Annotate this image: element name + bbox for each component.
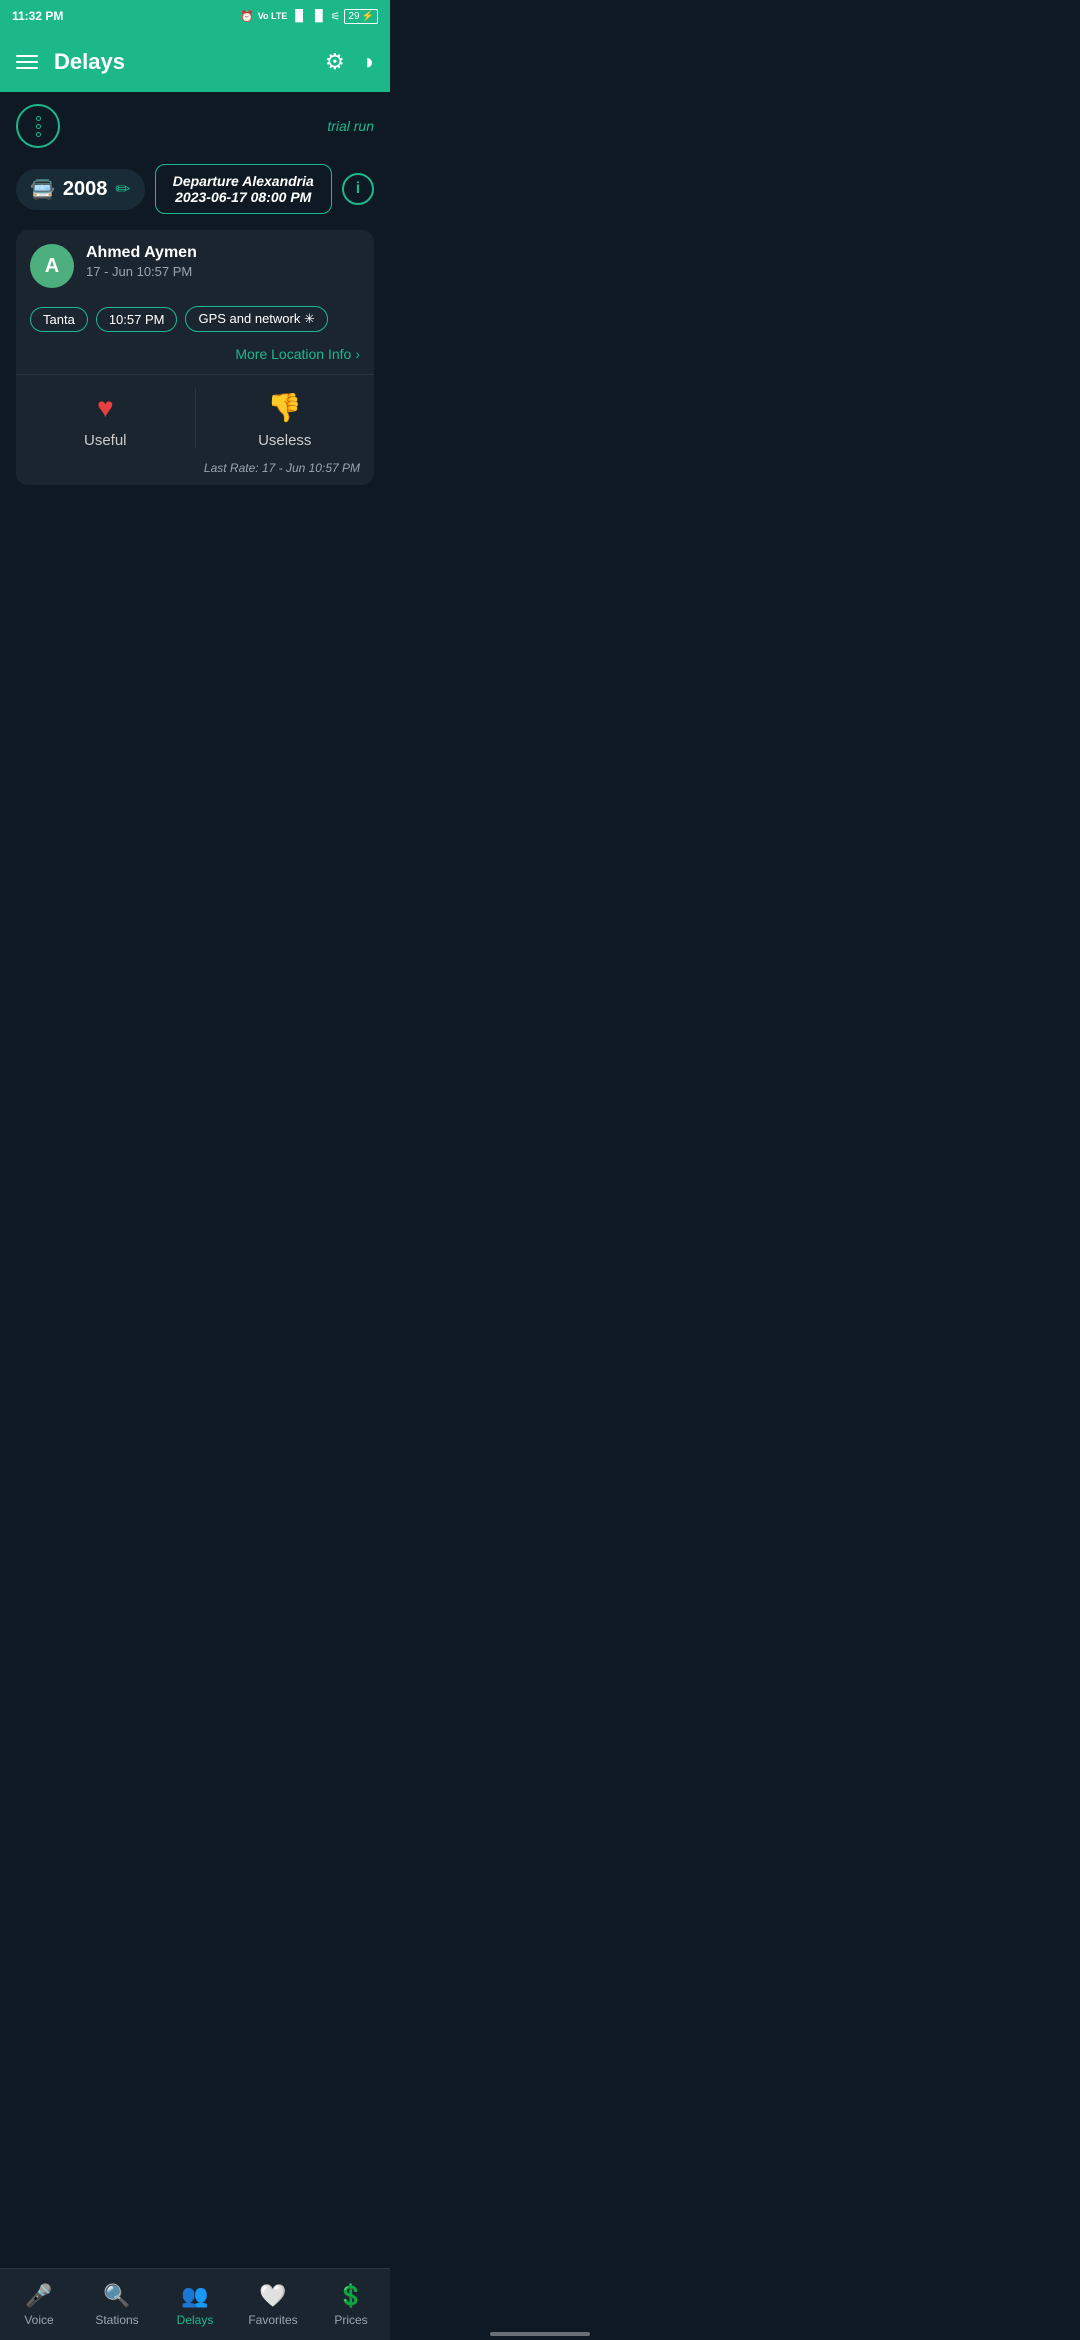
thumbs-down-icon: 👎 (267, 391, 302, 424)
signal-icon-2: ▐▌ (311, 10, 327, 22)
useful-label: Useful (84, 432, 127, 449)
battery-indicator: 29 ⚡ (344, 9, 378, 24)
report-header: A Ahmed Aymen 17 - Jun 10:57 PM (16, 230, 374, 298)
more-options-button[interactable] (16, 104, 60, 148)
delays-icon: 👥 (181, 2283, 208, 2309)
bottom-nav: 🎤 Voice 🔍 Stations 👥 Delays 🤍 Favorites … (0, 2268, 390, 2340)
lte-icon: Vo LTE (258, 11, 288, 21)
nav-item-delays[interactable]: 👥 Delays (156, 2275, 234, 2335)
home-indicator (490, 2332, 590, 2336)
useful-button[interactable]: ♥ Useful (16, 376, 195, 461)
tag-location[interactable]: Tanta (30, 307, 88, 332)
report-tags: Tanta 10:57 PM GPS and network ✳ (30, 306, 360, 332)
report-card: A Ahmed Aymen 17 - Jun 10:57 PM Tanta 10… (16, 230, 374, 485)
tag-gps[interactable]: GPS and network ✳ (185, 306, 327, 332)
settings-icon[interactable]: ⚙ (325, 49, 345, 75)
main-content: trial run 🚍 2008 ✏ Departure Alexandria … (0, 92, 390, 497)
train-number: 2008 (63, 178, 108, 201)
brightness-icon[interactable]: ◑ (361, 49, 374, 75)
nav-label-delays: Delays (177, 2313, 214, 2327)
price-icon: 💲 (337, 2283, 364, 2309)
user-avatar: A (30, 244, 74, 288)
chevron-right-icon: › (355, 346, 360, 362)
microphone-icon: 🎤 (25, 2283, 52, 2309)
trial-run-label: trial run (327, 118, 374, 134)
charging-icon: ⚡ (362, 11, 374, 22)
alarm-icon: ⏰ (240, 10, 254, 23)
nav-label-favorites: Favorites (248, 2313, 297, 2327)
nav-item-stations[interactable]: 🔍 Stations (78, 2275, 156, 2335)
more-location-label: More Location Info (235, 346, 351, 362)
info-button[interactable]: i (342, 173, 374, 205)
report-user-time: 17 - Jun 10:57 PM (86, 264, 360, 279)
departure-date: 2023-06-17 08:00 PM (168, 189, 320, 205)
app-title: Delays (54, 49, 309, 75)
report-user-name: Ahmed Aymen (86, 244, 360, 262)
useless-label: Useless (258, 432, 311, 449)
nav-item-voice[interactable]: 🎤 Voice (0, 2275, 78, 2335)
nav-item-prices[interactable]: 💲 Prices (312, 2275, 390, 2335)
status-right-icons: ⏰ Vo LTE ▐▌ ▐▌ ⚟ 29 ⚡ (240, 9, 378, 24)
wifi-icon: ⚟ (331, 10, 341, 23)
app-bar: Delays ⚙ ◑ (0, 32, 390, 92)
edit-icon[interactable]: ✏ (115, 179, 130, 200)
search-icon: 🔍 (103, 2283, 130, 2309)
nav-label-stations: Stations (95, 2313, 138, 2327)
nav-label-voice: Voice (24, 2313, 53, 2327)
signal-icon-1: ▐▌ (291, 10, 307, 22)
departure-box[interactable]: Departure Alexandria 2023-06-17 08:00 PM (155, 164, 333, 214)
more-location-button[interactable]: More Location Info › (16, 340, 374, 374)
tag-time[interactable]: 10:57 PM (96, 307, 178, 332)
top-row: trial run (16, 104, 374, 148)
heart-icon: ♥ (97, 392, 114, 424)
last-rate-text: Last Rate: 17 - Jun 10:57 PM (16, 461, 374, 485)
vertical-dots-icon (36, 116, 41, 137)
nav-label-prices: Prices (334, 2313, 367, 2327)
train-icon: 🚍 (30, 177, 55, 202)
departure-title: Departure Alexandria (168, 173, 320, 189)
train-badge[interactable]: 🚍 2008 ✏ (16, 169, 145, 210)
useless-button[interactable]: 👎 Useless (196, 375, 375, 461)
train-info-row: 🚍 2008 ✏ Departure Alexandria 2023-06-17… (16, 164, 374, 214)
report-user-info: Ahmed Aymen 17 - Jun 10:57 PM (86, 244, 360, 279)
status-bar: 11:32 PM ⏰ Vo LTE ▐▌ ▐▌ ⚟ 29 ⚡ (0, 0, 390, 32)
rating-section: ♥ Useful 👎 Useless (16, 375, 374, 461)
menu-button[interactable] (16, 55, 38, 69)
nav-item-favorites[interactable]: 🤍 Favorites (234, 2275, 312, 2335)
heart-nav-icon: 🤍 (259, 2283, 286, 2309)
status-time: 11:32 PM (12, 9, 63, 23)
info-icon: i (356, 180, 360, 198)
